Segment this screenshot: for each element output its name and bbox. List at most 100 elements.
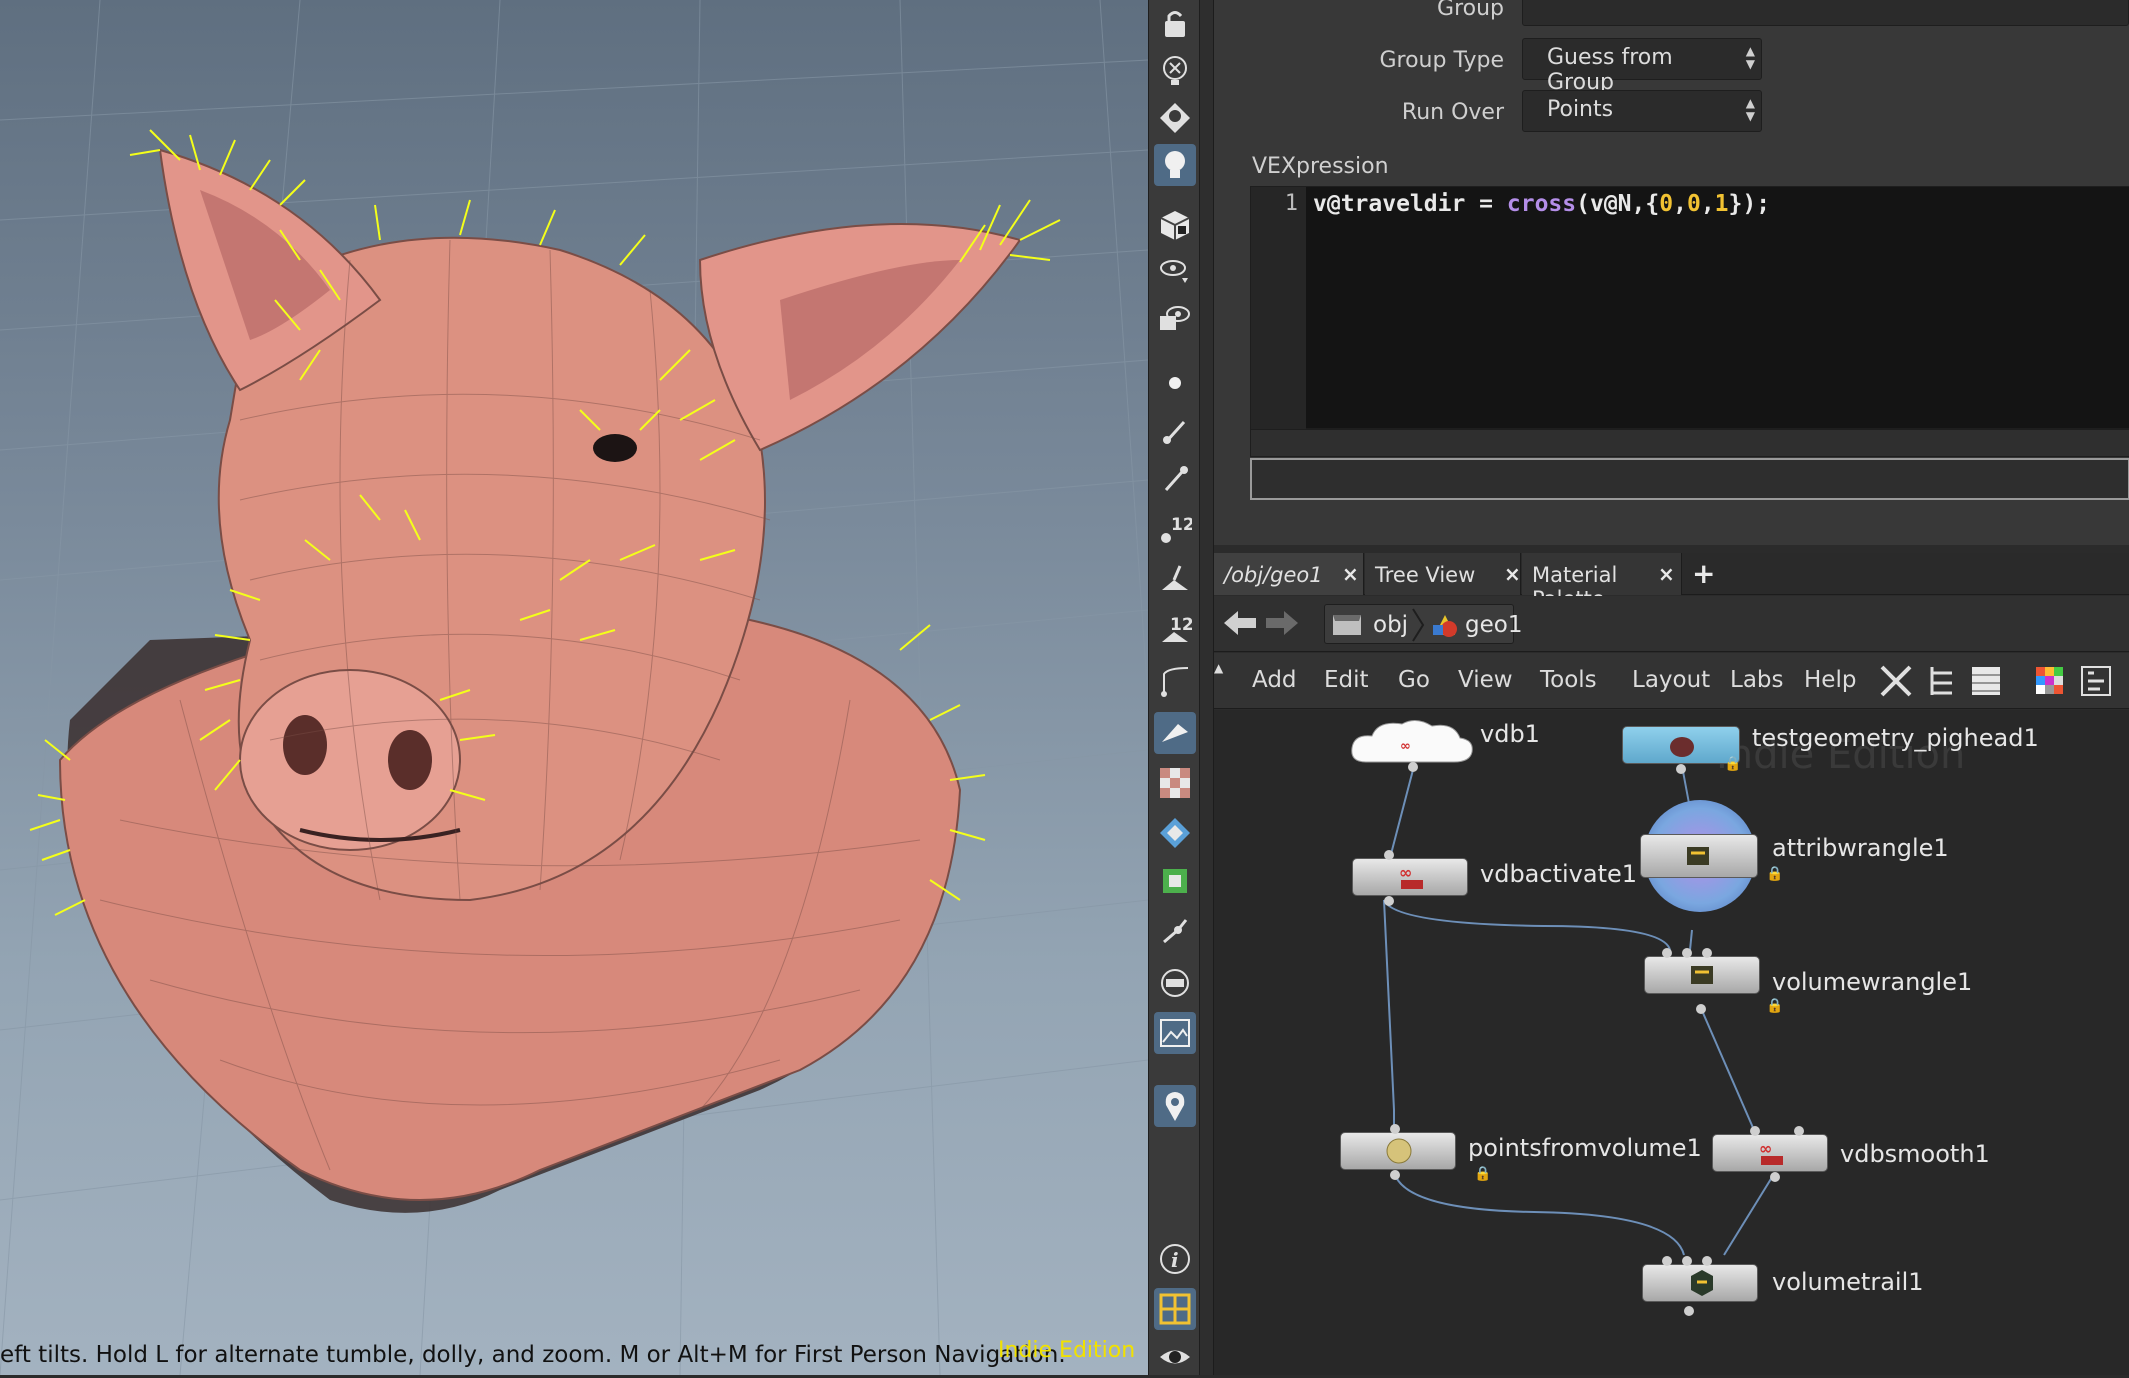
eye-icon[interactable] bbox=[1154, 1336, 1196, 1378]
menu-view[interactable]: View bbox=[1458, 667, 1513, 693]
input-connector[interactable] bbox=[1794, 1126, 1804, 1136]
shading-cube-icon[interactable] bbox=[1154, 204, 1196, 246]
tools-wrench-icon[interactable] bbox=[1878, 663, 1916, 699]
volumewrangle1-label[interactable]: volumewrangle1 bbox=[1772, 968, 1972, 996]
output-connector[interactable] bbox=[1676, 764, 1686, 774]
wrangle-icon bbox=[1687, 847, 1709, 865]
input-connector[interactable] bbox=[1390, 1124, 1400, 1134]
texture-checker-icon[interactable] bbox=[1154, 762, 1196, 804]
snap-icon[interactable] bbox=[1154, 910, 1196, 952]
ghost-icon[interactable] bbox=[1154, 50, 1196, 92]
collapse-arrow-icon[interactable]: ▲ bbox=[1214, 661, 1224, 701]
run-over-dropdown[interactable]: Points ▲ ▼ bbox=[1522, 90, 1762, 132]
pane-tab-bar: /obj/geo1 × Tree View × Material Palette… bbox=[1214, 553, 2129, 611]
list-view-icon[interactable] bbox=[1970, 663, 2002, 699]
pipette-icon[interactable] bbox=[1154, 458, 1196, 500]
attribwrangle1-node[interactable] bbox=[1640, 834, 1758, 878]
output-connector[interactable] bbox=[1384, 896, 1394, 906]
vdbactivate1-label[interactable]: vdbactivate1 bbox=[1480, 860, 1637, 888]
close-icon[interactable]: × bbox=[1658, 562, 1675, 586]
lock-icon[interactable] bbox=[1154, 3, 1196, 45]
dropdown-stepper-icon: ▲ ▼ bbox=[1745, 44, 1755, 71]
output-connector[interactable] bbox=[1696, 1004, 1706, 1014]
brush-icon[interactable] bbox=[1154, 410, 1196, 452]
input-connector[interactable] bbox=[1702, 948, 1712, 958]
close-icon[interactable]: × bbox=[1342, 562, 1359, 586]
tab-tree-view[interactable]: Tree View bbox=[1365, 553, 1521, 595]
lock-icon: 🔒 bbox=[1766, 998, 1784, 1014]
eye-camera-icon[interactable] bbox=[1154, 298, 1196, 340]
breadcrumb-obj[interactable]: obj bbox=[1373, 612, 1408, 638]
vdbsmooth1-node[interactable]: ∞ bbox=[1712, 1134, 1828, 1172]
pin-icon[interactable] bbox=[1154, 1085, 1196, 1127]
group-type-dropdown[interactable]: Guess from Group ▲ ▼ bbox=[1522, 38, 1762, 95]
viewport-indie-watermark: Indie Edition bbox=[998, 1338, 1136, 1363]
menu-help[interactable]: Help bbox=[1804, 667, 1856, 693]
back-arrow-icon[interactable] bbox=[1222, 608, 1258, 638]
viewport-scene bbox=[0, 0, 1148, 1375]
volumetrail1-node[interactable] bbox=[1642, 1264, 1758, 1302]
input-connector[interactable] bbox=[1702, 1256, 1712, 1266]
input-connector[interactable] bbox=[1384, 850, 1394, 860]
point-icon[interactable] bbox=[1154, 362, 1196, 404]
pointsfromvolume1-node[interactable] bbox=[1340, 1132, 1456, 1170]
output-connector[interactable] bbox=[1684, 1306, 1694, 1316]
point-numbers-icon[interactable]: 12 bbox=[1154, 508, 1196, 550]
layout-quad-icon[interactable] bbox=[1154, 1288, 1196, 1330]
input-connector[interactable] bbox=[1682, 948, 1692, 958]
background-image-icon[interactable] bbox=[1154, 1012, 1196, 1054]
testgeometry-pighead1-node[interactable] bbox=[1622, 726, 1740, 764]
shape-palette-icon[interactable] bbox=[2080, 665, 2112, 697]
attribwrangle1-label[interactable]: attribwrangle1 bbox=[1772, 834, 1949, 862]
input-connector[interactable] bbox=[1662, 1256, 1672, 1266]
diamond-icon[interactable] bbox=[1154, 812, 1196, 854]
code-punct: , bbox=[1673, 191, 1687, 217]
prim-numbers-icon[interactable]: 12 bbox=[1154, 608, 1196, 650]
scene-viewport[interactable]: eft tilts. Hold L for alternate tumble, … bbox=[0, 0, 1148, 1375]
edge-icon[interactable] bbox=[1154, 660, 1196, 702]
menu-labs[interactable]: Labs bbox=[1730, 667, 1784, 693]
tree-list-icon[interactable] bbox=[1928, 663, 1958, 699]
output-connector[interactable] bbox=[1770, 1172, 1780, 1182]
output-connector[interactable] bbox=[1408, 762, 1418, 772]
forward-arrow-icon[interactable] bbox=[1264, 608, 1300, 638]
menu-edit[interactable]: Edit bbox=[1324, 667, 1369, 693]
input-connector[interactable] bbox=[1750, 1126, 1760, 1136]
light-bulb-active-icon[interactable] bbox=[1154, 144, 1196, 186]
menu-layout[interactable]: Layout bbox=[1632, 667, 1710, 693]
eye-display-icon[interactable] bbox=[1154, 250, 1196, 292]
menu-tools[interactable]: Tools bbox=[1540, 667, 1597, 693]
input-connector[interactable] bbox=[1682, 1256, 1692, 1266]
prim-normal-icon[interactable] bbox=[1154, 558, 1196, 600]
color-palette-icon[interactable] bbox=[2034, 665, 2066, 697]
vex-code-editor[interactable]: 1 v@traveldir = cross(v@N,{0,0,1}); bbox=[1250, 186, 2129, 430]
run-over-label: Run Over bbox=[1401, 100, 1504, 125]
menu-go[interactable]: Go bbox=[1398, 667, 1430, 693]
vdbsmooth1-label[interactable]: vdbsmooth1 bbox=[1840, 1140, 1990, 1168]
editor-resize-handle[interactable] bbox=[1250, 429, 2129, 457]
pointsfromvolume1-label[interactable]: pointsfromvolume1 bbox=[1468, 1134, 1702, 1162]
menu-add[interactable]: Add bbox=[1252, 667, 1297, 693]
volumewrangle1-node[interactable] bbox=[1644, 956, 1760, 994]
grid-icon[interactable] bbox=[1154, 962, 1196, 1004]
vex-input-field[interactable] bbox=[1250, 458, 2129, 500]
breadcrumb-geo1[interactable]: geo1 bbox=[1465, 612, 1522, 638]
pane-divider[interactable] bbox=[1200, 0, 1214, 1375]
light-bulb-icon[interactable] bbox=[1154, 97, 1196, 139]
code-arg: v@N bbox=[1589, 191, 1632, 217]
uv-icon[interactable] bbox=[1154, 860, 1196, 902]
network-editor[interactable]: Indie Edition ∞ vdb1 testgeometry_pighea… bbox=[1214, 710, 2129, 1375]
vex-code-line[interactable]: v@traveldir = cross(v@N,{0,0,1}); bbox=[1313, 191, 1770, 217]
output-connector[interactable] bbox=[1390, 1170, 1400, 1180]
vdbactivate1-node[interactable]: ∞ bbox=[1352, 858, 1468, 896]
vdb1-node[interactable]: ∞ bbox=[1350, 718, 1474, 764]
vdb1-label[interactable]: vdb1 bbox=[1480, 720, 1540, 748]
input-connector[interactable] bbox=[1662, 948, 1672, 958]
volumetrail1-label[interactable]: volumetrail1 bbox=[1772, 1268, 1924, 1296]
select-pen-icon[interactable] bbox=[1154, 712, 1196, 754]
add-tab-button[interactable]: + bbox=[1692, 557, 1715, 590]
testgeometry-pighead1-label[interactable]: testgeometry_pighead1 bbox=[1752, 724, 2039, 752]
info-icon[interactable]: i bbox=[1154, 1238, 1196, 1280]
group-field[interactable] bbox=[1522, 0, 2129, 26]
close-icon[interactable]: × bbox=[1504, 562, 1521, 586]
